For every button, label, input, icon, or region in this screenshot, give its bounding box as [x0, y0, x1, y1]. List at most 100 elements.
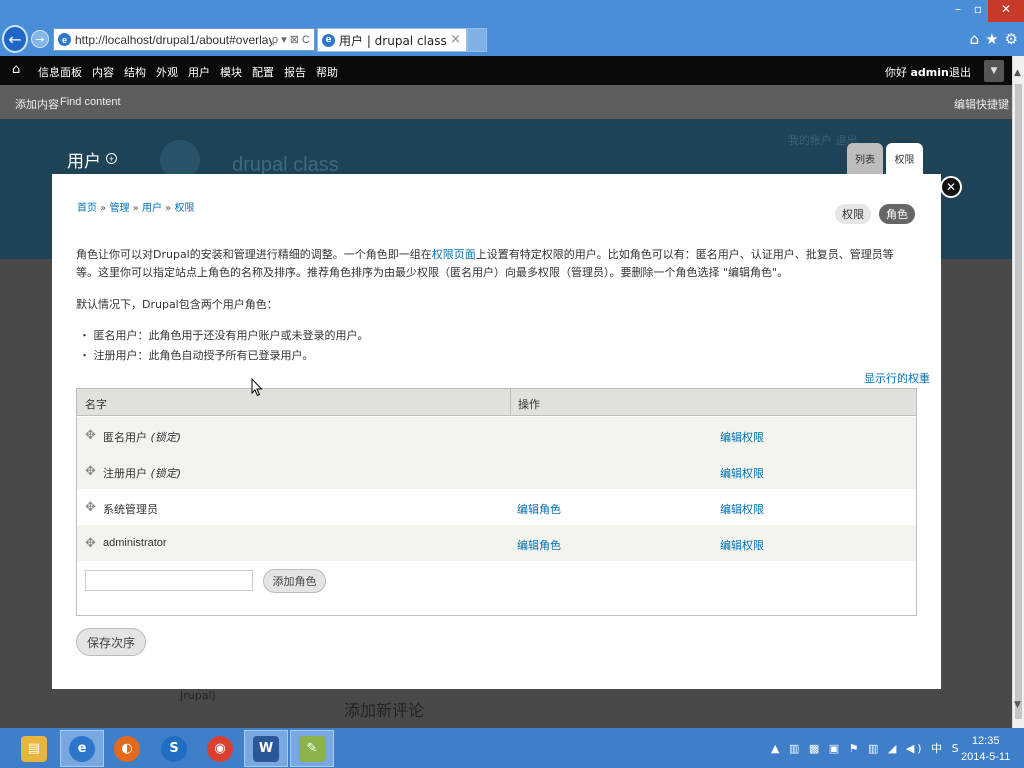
- menu-item-people[interactable]: 用户: [188, 64, 210, 80]
- system-clock[interactable]: 12:35 2014-5-11: [961, 733, 1010, 765]
- locked-label: (锁定): [150, 467, 182, 480]
- add-role-button[interactable]: 添加角色: [263, 569, 326, 593]
- menu-item-configuration[interactable]: 配置: [252, 64, 274, 80]
- address-bar-icons[interactable]: ρ ▾ ⊠ C: [272, 33, 314, 46]
- forward-button[interactable]: →: [31, 30, 49, 48]
- column-header-operations: 操作: [518, 398, 540, 411]
- scrollbar-thumb[interactable]: [1015, 84, 1022, 719]
- ie-icon: e: [69, 735, 95, 762]
- browser-chrome: ← → e http://localhost/drupal1/about#ove…: [0, 0, 1024, 56]
- menu-item-content[interactable]: 内容: [92, 64, 114, 80]
- back-button[interactable]: ←: [2, 25, 28, 53]
- home-icon[interactable]: ⌂: [12, 62, 20, 77]
- home-icon[interactable]: ⌂: [970, 30, 980, 48]
- back-arrow-icon: ←: [8, 29, 22, 49]
- breadcrumb-permissions[interactable]: 权限: [174, 203, 194, 214]
- edit-role-link[interactable]: 编辑角色: [517, 537, 561, 553]
- taskbar-app-firefox[interactable]: ◐: [105, 730, 149, 767]
- settings-gear-icon[interactable]: ⚙: [1005, 30, 1018, 48]
- shortcuts-toggle-button[interactable]: ▼: [984, 60, 1004, 82]
- scroll-up-icon[interactable]: ▲: [1014, 68, 1021, 78]
- column-divider: [510, 389, 511, 416]
- shortcuts-bar: 添加内容 Find content 编辑快捷键: [0, 85, 1012, 119]
- drag-handle-icon[interactable]: ✥: [85, 500, 96, 515]
- close-overlay-icon[interactable]: ✕: [940, 176, 962, 198]
- permissions-page-link[interactable]: 权限页面: [432, 248, 476, 261]
- role-note-anonymous: 匿名用户：此角色用于还没有用户账户或未登录的用户。: [93, 329, 369, 342]
- taskbar-app-chrome[interactable]: ◉: [198, 730, 242, 767]
- menu-item-dashboard[interactable]: 信息面板: [38, 64, 82, 80]
- edit-permissions-link[interactable]: 编辑权限: [720, 501, 764, 517]
- subtab-roles[interactable]: 角色: [879, 204, 915, 224]
- edit-permissions-link[interactable]: 编辑权限: [720, 429, 764, 445]
- drag-handle-icon[interactable]: ✥: [85, 428, 96, 443]
- address-url[interactable]: http://localhost/drupal1/about#overlay-c…: [75, 33, 272, 47]
- clock-time: 12:35: [971, 735, 1000, 747]
- word-icon: W: [253, 735, 279, 762]
- drag-handle-icon[interactable]: ✥: [85, 464, 96, 479]
- ie-icon: e: [58, 33, 71, 46]
- role-note-authenticated: 注册用户：此角色自动授予所有已登录用户。: [93, 349, 314, 362]
- firefox-icon: ◐: [114, 735, 140, 762]
- ie-icon: e: [322, 33, 335, 47]
- greeting-text: 你好: [885, 66, 907, 79]
- tab-close-icon[interactable]: ×: [450, 32, 461, 47]
- breadcrumb-people[interactable]: 用户: [142, 203, 162, 214]
- menu-item-reports[interactable]: 报告: [284, 64, 306, 80]
- taskbar-app-explorer[interactable]: ▤: [12, 730, 56, 767]
- tab-list[interactable]: 列表: [847, 143, 883, 174]
- page-title: 用户: [67, 152, 101, 172]
- clock-date: 2014-5-11: [961, 751, 1011, 763]
- table-row: ✥ 匿名用户 (锁定) 编辑权限: [77, 417, 916, 453]
- role-name: 系统管理员: [103, 503, 158, 516]
- page-scrollbar[interactable]: ▲ ▼: [1012, 56, 1024, 728]
- taskbar-app-s[interactable]: S: [152, 730, 196, 767]
- taskbar-app-word[interactable]: W: [244, 730, 288, 767]
- browser-tab[interactable]: e 用户 | drupal class ×: [317, 28, 467, 52]
- edit-permissions-link[interactable]: 编辑权限: [720, 465, 764, 481]
- new-tab-button[interactable]: [467, 28, 487, 52]
- add-shortcut-icon[interactable]: +: [106, 153, 117, 164]
- menu-item-modules[interactable]: 模块: [220, 64, 242, 80]
- scroll-down-icon[interactable]: ▼: [1014, 700, 1021, 710]
- minimize-button[interactable]: –: [948, 0, 968, 22]
- s-app-icon: S: [161, 735, 187, 762]
- restore-button[interactable]: ▫: [968, 0, 988, 22]
- role-name: administrator: [103, 537, 167, 549]
- role-name-text: 注册用户: [103, 467, 147, 480]
- drag-handle-icon[interactable]: ✥: [85, 536, 96, 551]
- menu-item-structure[interactable]: 结构: [124, 64, 146, 80]
- menu-item-appearance[interactable]: 外观: [156, 64, 178, 80]
- default-roles-list: ・ 匿名用户：此角色用于还没有用户账户或未登录的用户。 ・ 注册用户：此角色自动…: [79, 326, 369, 366]
- role-name-text: 匿名用户: [103, 431, 147, 444]
- window-controls: – ▫ ✕: [948, 0, 1024, 22]
- breadcrumb-home[interactable]: 首页: [77, 203, 97, 214]
- new-role-name-input[interactable]: [85, 570, 253, 591]
- edit-shortcuts-link[interactable]: 编辑快捷键: [954, 96, 1009, 112]
- logout-link[interactable]: 退出: [949, 64, 971, 80]
- system-tray-icons[interactable]: ▲ ▥ ▩ ▣ ⚑ ▥ ◢ ◀) 中 S: [771, 740, 962, 756]
- chrome-icon: ◉: [207, 735, 233, 762]
- tab-permissions[interactable]: 权限: [886, 143, 923, 174]
- subtab-permissions[interactable]: 权限: [835, 204, 871, 224]
- menu-item-help[interactable]: 帮助: [316, 64, 338, 80]
- address-bar[interactable]: e http://localhost/drupal1/about#overlay…: [53, 28, 315, 51]
- show-row-weights-link[interactable]: 显示行的权重: [864, 370, 930, 386]
- edit-role-link[interactable]: 编辑角色: [517, 501, 561, 517]
- shortcut-find-content[interactable]: Find content: [60, 96, 121, 108]
- shortcut-add-content[interactable]: 添加内容: [15, 96, 59, 112]
- taskbar-app-ie[interactable]: e: [60, 730, 104, 767]
- browser-tools: ⌂ ★ ⚙: [970, 30, 1018, 48]
- folder-icon: ▤: [21, 735, 47, 762]
- favorites-star-icon[interactable]: ★: [985, 30, 998, 48]
- close-window-button[interactable]: ✕: [988, 0, 1024, 22]
- edit-permissions-link[interactable]: 编辑权限: [720, 537, 764, 553]
- username-link[interactable]: admin: [911, 66, 949, 79]
- admin-menu: 信息面板 内容 结构 外观 用户 模块 配置 报告 帮助: [38, 64, 348, 80]
- save-order-button[interactable]: 保存次序: [76, 628, 146, 656]
- column-header-name: 名字: [85, 398, 107, 411]
- intro-text: 角色让你可以对Drupal的安装和管理进行精细的调整。一个角色即一组在权限页面上…: [76, 246, 910, 282]
- breadcrumb-admin[interactable]: 管理: [109, 203, 129, 214]
- taskbar-app-notepad[interactable]: ✎: [290, 730, 334, 767]
- table-row: ✥ 注册用户 (锁定) 编辑权限: [77, 453, 916, 489]
